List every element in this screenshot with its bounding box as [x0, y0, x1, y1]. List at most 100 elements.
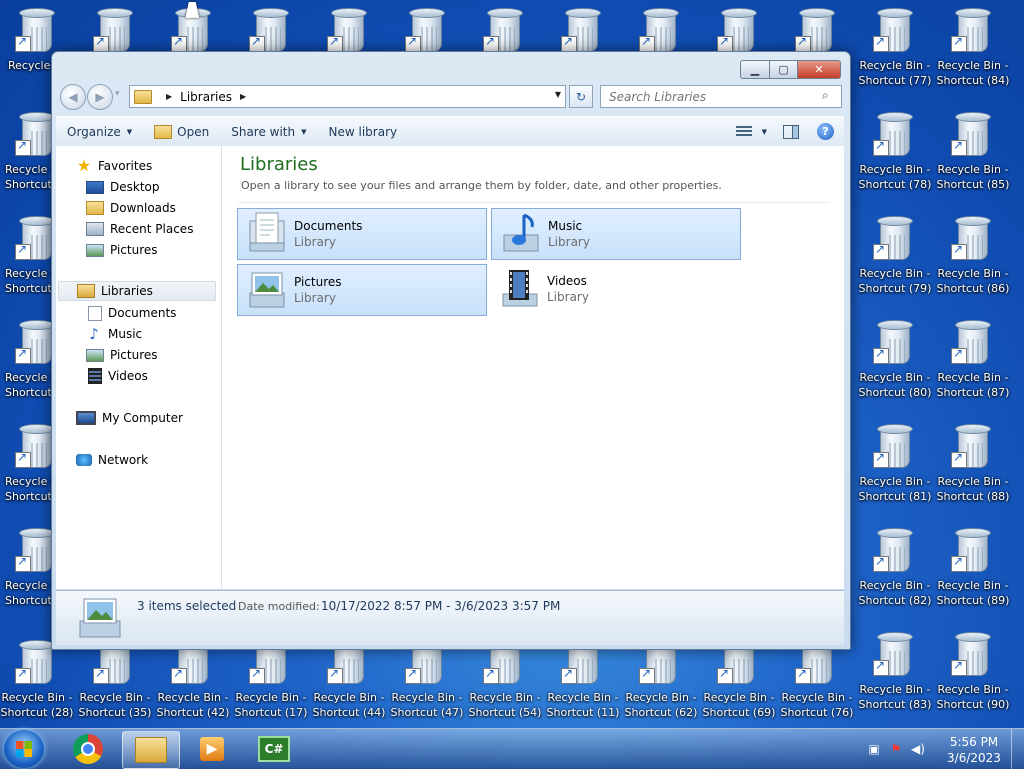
nav-libraries[interactable]: Libraries [58, 281, 216, 301]
nav-lib-music[interactable]: ♪ Music [86, 324, 142, 344]
desktop-icon-recycle-bin-r1-5[interactable]: Recycle Bin -Shortcut (82) [858, 520, 932, 620]
recycle-bin-icon [951, 8, 991, 52]
desktop-icon-label: Recycle Bin - Shortcut (62) [624, 691, 698, 719]
recent-pages-dropdown[interactable]: ▾ [115, 89, 120, 99]
nav-lib-documents[interactable]: Documents [86, 303, 176, 323]
refresh-button[interactable]: ↻ [569, 85, 593, 108]
documents-library-icon [249, 212, 285, 252]
back-button[interactable]: ◀ [60, 84, 86, 110]
shortcut-arrow-icon [483, 666, 499, 684]
show-desktop-button[interactable] [1011, 729, 1024, 769]
library-tile-music[interactable]: Music Library [491, 208, 741, 260]
help-icon[interactable]: ? [817, 123, 834, 140]
address-dropdown-icon[interactable]: ▼ [555, 90, 561, 99]
desktop-icon-recycle-bin-r1-2[interactable]: Recycle Bin -Shortcut (79) [858, 208, 932, 308]
shortcut-arrow-icon [795, 666, 811, 684]
nav-label: Downloads [110, 201, 176, 215]
shortcut-arrow-icon [873, 34, 889, 52]
search-input[interactable] [607, 87, 816, 107]
network-icon [76, 454, 92, 466]
address-bar[interactable]: ▶ Libraries ▶ ▼ [129, 85, 566, 108]
nav-network[interactable]: Network [76, 450, 148, 470]
nav-label: My Computer [102, 411, 183, 425]
music-note-icon: ♪ [89, 325, 99, 343]
desktop-icon-recycle-bin-r2-2[interactable]: Recycle Bin -Shortcut (86) [936, 208, 1010, 308]
breadcrumb-libraries[interactable]: Libraries [180, 90, 232, 104]
desktop-icon-recycle-bin-r2-4[interactable]: Recycle Bin -Shortcut (88) [936, 416, 1010, 516]
nav-lib-videos[interactable]: Videos [86, 366, 148, 386]
desktop-icon-recycle-bin-r1-4[interactable]: Recycle Bin -Shortcut (81) [858, 416, 932, 516]
desktop-icon-label: Recycle Bin - Shortcut (47) [390, 691, 464, 719]
desktop-icon-label: Recycle Bin - Shortcut (83) [858, 683, 932, 711]
shortcut-arrow-icon [873, 554, 889, 572]
nav-desktop[interactable]: Desktop [86, 177, 160, 197]
shortcut-arrow-icon [249, 34, 265, 52]
desktop-icon-recycle-bin-r2-3[interactable]: Recycle Bin -Shortcut (87) [936, 312, 1010, 412]
network-tray-icon[interactable]: ▣ [866, 741, 882, 757]
documents-icon [88, 305, 102, 321]
taskbar-csharp[interactable]: C# [246, 731, 302, 767]
recycle-bin-icon [873, 216, 913, 260]
library-tile-documents[interactable]: Documents Library [237, 208, 487, 260]
desktop-icon-recycle-bin-r1-0[interactable]: Recycle Bin -Shortcut (77) [858, 0, 932, 100]
nav-my-computer[interactable]: My Computer [76, 408, 183, 428]
preview-pane-icon[interactable] [783, 124, 799, 139]
volume-icon[interactable]: ◀) [910, 741, 926, 757]
taskbar-media-player[interactable]: ▶ [184, 731, 240, 767]
change-view-icon[interactable] [735, 125, 752, 138]
pictures-icon [86, 243, 104, 257]
recycle-bin-icon [873, 8, 913, 52]
nav-recent-places[interactable]: Recent Places [86, 219, 193, 239]
selection-count: 3 items selected [137, 599, 237, 613]
new-library-button[interactable]: New library [318, 117, 409, 146]
organize-button[interactable]: Organize ▼ [56, 117, 143, 146]
start-button[interactable] [4, 730, 44, 768]
system-clock[interactable]: 5:56 PM 3/6/2023 [942, 734, 1006, 766]
desktop-icon-label: Recycle Bin - Shortcut (76) [780, 691, 854, 719]
desktop-icon-recycle-bin-r2-6[interactable]: Recycle Bin -Shortcut (90) [936, 624, 1010, 724]
desktop-icon-label: Recycle Bin - Shortcut (86) [936, 267, 1010, 295]
desktop-icon-recycle-bin-r1-6[interactable]: Recycle Bin -Shortcut (83) [858, 624, 932, 724]
forward-button[interactable]: ▶ [87, 84, 113, 110]
library-tile-pictures[interactable]: Pictures Library [237, 264, 487, 316]
nav-favorites[interactable]: ★ Favorites [76, 156, 152, 176]
breadcrumb-separator-icon[interactable]: ▶ [166, 92, 172, 101]
desktop-icon-recycle-bin-r2-0[interactable]: Recycle Bin -Shortcut (84) [936, 0, 1010, 100]
view-options-dropdown-icon[interactable]: ▼ [762, 128, 767, 136]
breadcrumb-separator-icon[interactable]: ▶ [240, 92, 246, 101]
tile-name: Videos [547, 274, 587, 288]
desktop-icon-recycle-bin-r2-5[interactable]: Recycle Bin -Shortcut (89) [936, 520, 1010, 620]
content-pane: Libraries Open a library to see your fil… [222, 146, 844, 589]
desktop-icon-recycle-bin-r1-1[interactable]: Recycle Bin -Shortcut (78) [858, 104, 932, 204]
nav-label: Documents [108, 306, 177, 320]
minimize-button[interactable]: ▁ [740, 60, 770, 79]
close-button[interactable]: ✕ [798, 60, 841, 79]
tile-type: Library [547, 290, 589, 304]
shortcut-arrow-icon [951, 450, 967, 468]
page-subtitle: Open a library to see your files and arr… [241, 179, 722, 192]
action-center-icon[interactable]: ⚑ [888, 741, 904, 757]
nav-downloads[interactable]: Downloads [86, 198, 176, 218]
shortcut-arrow-icon [93, 34, 109, 52]
nav-lib-pictures[interactable]: Pictures [86, 345, 158, 365]
shortcut-arrow-icon [873, 450, 889, 468]
recycle-bin-icon [327, 8, 367, 52]
library-tile-videos[interactable]: Videos Library [491, 264, 739, 314]
desktop-icon-label: Recycle Bin - Shortcut (85) [936, 163, 1010, 191]
command-toolbar: Organize ▼ Open Share with ▼ New library ▼… [56, 116, 844, 147]
caption-buttons: ▁ ▢ ✕ [740, 60, 841, 79]
desktop-icon-recycle-bin-r1-3[interactable]: Recycle Bin -Shortcut (80) [858, 312, 932, 412]
search-box[interactable]: ⌕ [600, 85, 842, 108]
maximize-button[interactable]: ▢ [770, 60, 798, 79]
shortcut-arrow-icon [951, 138, 967, 156]
share-with-button[interactable]: Share with ▼ [220, 117, 317, 146]
nav-pictures-favorite[interactable]: Pictures [86, 240, 158, 260]
desktop-icon-recycle-bin-r2-1[interactable]: Recycle Bin -Shortcut (85) [936, 104, 1010, 204]
search-icon[interactable]: ⌕ [822, 88, 836, 102]
recycle-bin-icon [951, 632, 991, 676]
shortcut-arrow-icon [717, 666, 733, 684]
open-button[interactable]: Open [143, 117, 220, 146]
taskbar-chrome[interactable] [60, 731, 116, 767]
taskbar-explorer[interactable] [122, 731, 180, 769]
shortcut-arrow-icon [639, 666, 655, 684]
